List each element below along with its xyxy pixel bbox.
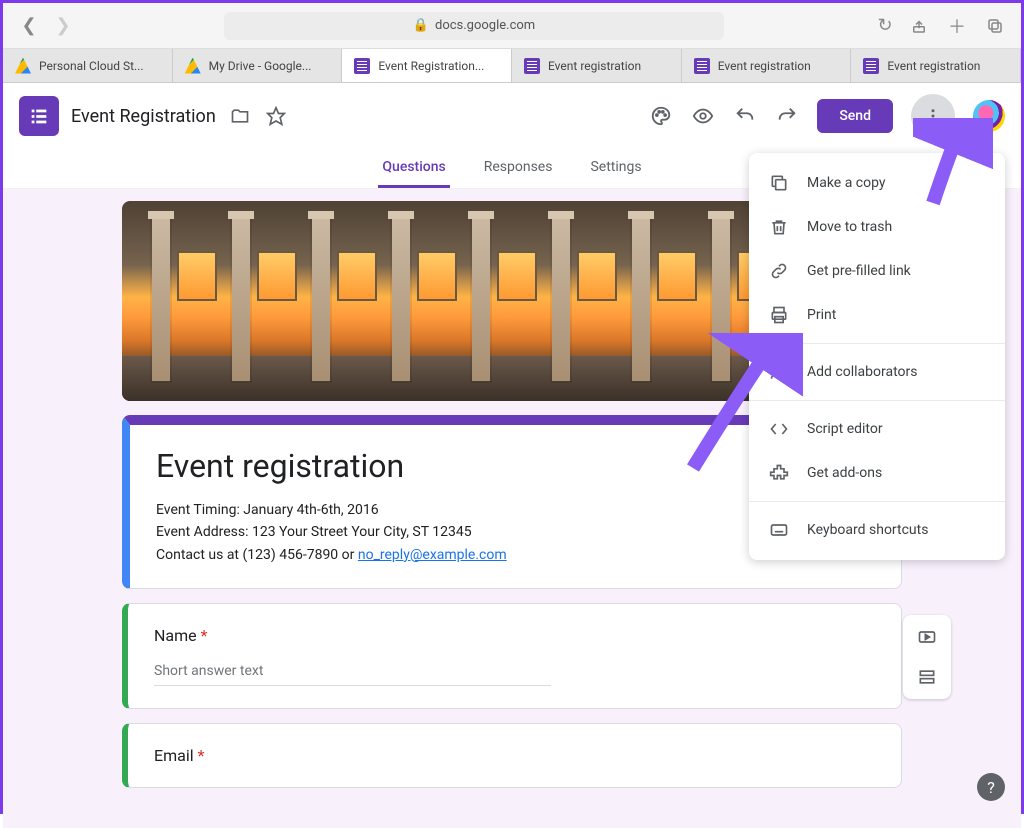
help-button[interactable]: ? [977,773,1005,801]
send-button[interactable]: Send [817,99,893,133]
drive-icon [185,58,201,74]
menu-separator [749,501,1005,502]
url-host: docs.google.com [435,18,535,33]
copy-icon [769,173,789,193]
app-header: Event Registration Send [3,83,1021,149]
menu-get-addons[interactable]: Get add-ons [749,451,1005,495]
trash-icon [769,217,789,237]
browser-tab[interactable]: Event registration [851,49,1021,82]
tab-responses[interactable]: Responses [480,149,557,188]
undo-icon[interactable] [733,104,757,128]
question-card[interactable]: Email * [122,723,902,788]
menu-print[interactable]: Print [749,293,1005,337]
new-tab-icon[interactable]: ＋ [945,14,969,38]
addon-icon [769,463,789,483]
question-label: Name * [154,626,875,645]
required-asterisk: * [198,746,205,765]
question-card[interactable]: Name * Short answer text [122,603,902,709]
palette-icon[interactable] [649,104,673,128]
menu-add-collaborators[interactable]: Add collaborators [749,350,1005,394]
menu-make-copy[interactable]: Make a copy [749,161,1005,205]
link-icon [769,261,789,281]
account-avatar[interactable] [973,100,1005,132]
forms-icon [694,58,710,74]
add-video-icon[interactable] [909,621,945,653]
back-button[interactable]: ❮ [17,14,41,38]
collaborators-icon [769,362,789,382]
tab-settings[interactable]: Settings [586,149,645,188]
star-icon[interactable] [264,104,288,128]
reload-button[interactable]: ↻ [873,14,897,38]
browser-tab-strip: Personal Cloud St... My Drive - Google..… [3,49,1021,83]
menu-prefill-link[interactable]: Get pre-filled link [749,249,1005,293]
url-bar[interactable]: 🔒 docs.google.com [224,12,724,40]
tabs-overview-icon[interactable] [983,14,1007,38]
doc-title[interactable]: Event Registration [71,106,216,127]
question-label: Email * [154,746,875,765]
print-icon [769,305,789,325]
browser-toolbar: ❮ ❯ 🔒 docs.google.com ↻ ＋ [3,3,1021,49]
share-icon[interactable] [907,14,931,38]
browser-tab[interactable]: Event registration [682,49,852,82]
more-options-button[interactable] [911,94,955,138]
browser-tab[interactable]: Event Registration... [342,49,512,82]
browser-tab[interactable]: My Drive - Google... [173,49,343,82]
required-asterisk: * [201,626,208,645]
preview-icon[interactable] [691,104,715,128]
keyboard-icon [769,520,789,540]
menu-separator [749,400,1005,401]
more-options-menu: Make a copy Move to trash Get pre-filled… [749,153,1005,560]
browser-tab[interactable]: Personal Cloud St... [3,49,173,82]
lock-icon: 🔒 [413,18,429,33]
question-side-toolbar [903,615,951,699]
forms-icon [354,58,370,74]
forms-logo[interactable] [19,96,59,136]
tab-questions[interactable]: Questions [378,149,449,188]
drive-icon [15,58,31,74]
menu-move-trash[interactable]: Move to trash [749,205,1005,249]
short-answer-input[interactable]: Short answer text [154,663,551,686]
add-section-icon[interactable] [909,661,945,693]
forms-icon [524,58,540,74]
code-icon [769,419,789,439]
menu-script-editor[interactable]: Script editor [749,407,1005,451]
forward-button[interactable]: ❯ [51,14,75,38]
folder-icon[interactable] [228,104,252,128]
forms-icon [863,58,879,74]
menu-separator [749,343,1005,344]
redo-icon[interactable] [775,104,799,128]
menu-keyboard-shortcuts[interactable]: Keyboard shortcuts [749,508,1005,552]
browser-tab[interactable]: Event registration [512,49,682,82]
contact-email-link[interactable]: no_reply@example.com [358,547,507,563]
